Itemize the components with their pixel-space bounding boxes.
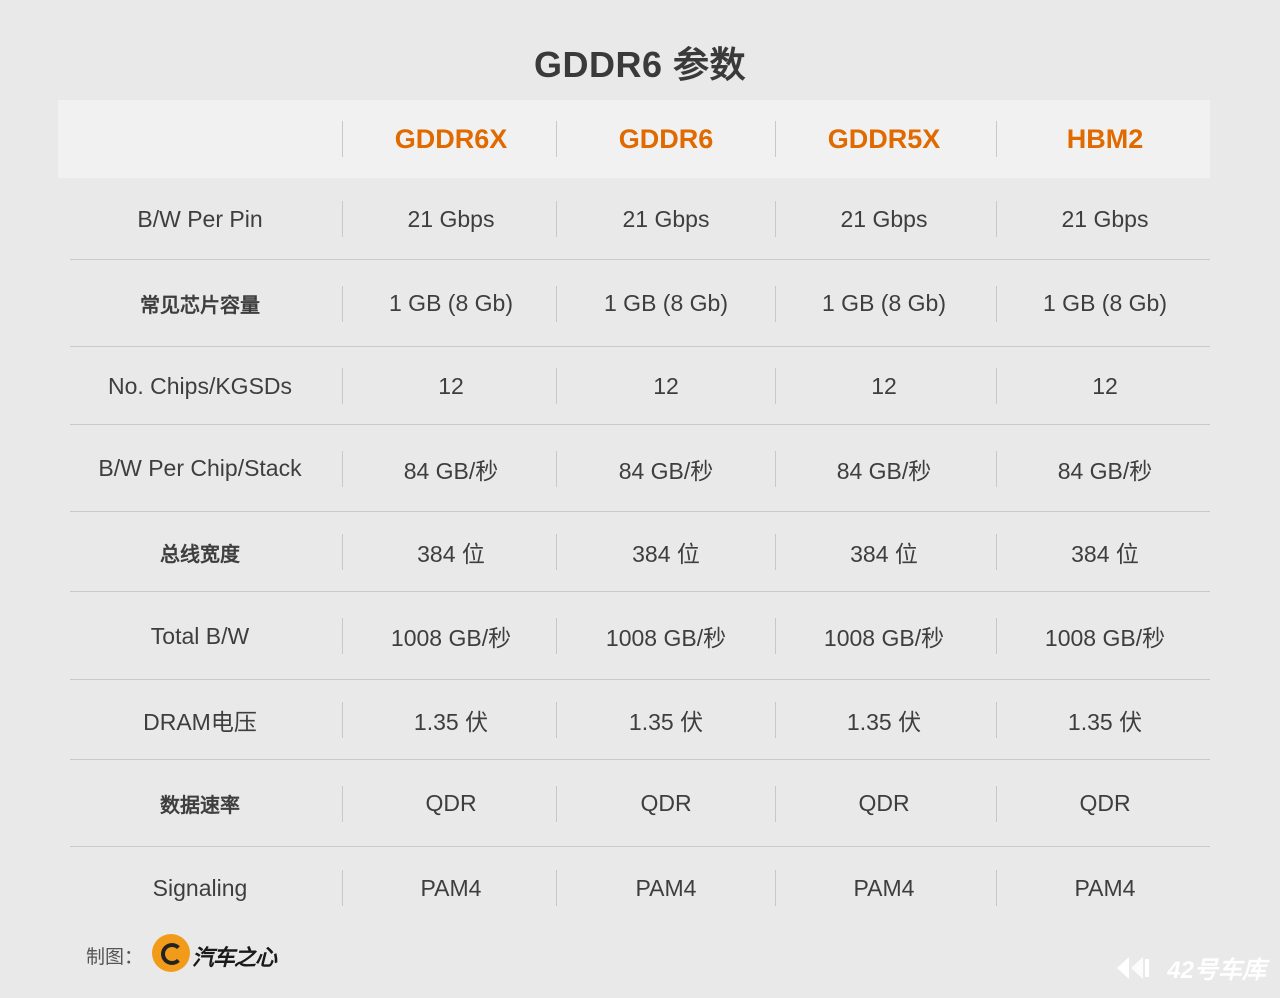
column-divider <box>342 702 343 738</box>
spec-table: GDDR6X GDDR6 GDDR5X HBM2 B/W Per Pin 21 G… <box>58 100 1210 929</box>
row-label: Total B/W <box>150 622 250 649</box>
table-cell: 384 位 <box>632 541 700 567</box>
column-divider <box>342 534 343 570</box>
table-cell: 1008 GB/秒 <box>605 625 727 651</box>
row-label: 常见芯片容量 <box>140 295 260 317</box>
column-divider <box>996 450 997 487</box>
column-divider <box>556 368 557 404</box>
table-cell: 1.35 伏 <box>628 709 704 735</box>
table-cell: 1 GB (8 Gb) <box>389 290 513 316</box>
table-row: 数据速率 QDR QDR QDR QDR <box>58 760 1210 847</box>
column-divider <box>342 450 343 487</box>
table-cell: 21 Gbps <box>622 205 710 232</box>
table-cell: QDR <box>1079 790 1131 816</box>
column-divider <box>556 201 557 237</box>
row-label: B/W Per Pin <box>137 205 263 232</box>
watermark-logo-icon <box>1115 953 1159 983</box>
column-divider <box>556 618 557 654</box>
row-label: 总线宽度 <box>160 543 240 566</box>
table-row: DRAM电压 1.35 伏 1.35 伏 1.35 伏 1.35 伏 <box>58 680 1210 760</box>
table-cell: 1 GB (8 Gb) <box>822 290 946 316</box>
table-row: Signaling PAM4 PAM4 PAM4 PAM4 <box>58 847 1210 929</box>
table-cell: 21 Gbps <box>407 205 495 232</box>
column-divider <box>996 785 997 822</box>
column-divider <box>342 368 343 404</box>
header-gddr5x: GDDR5X <box>827 123 941 154</box>
column-divider <box>556 121 557 157</box>
table-cell: 12 <box>438 372 464 399</box>
column-divider <box>342 285 343 322</box>
table-row: 常见芯片容量 1 GB (8 Gb) 1 GB (8 Gb) 1 GB (8 Gb) 1… <box>58 260 1210 347</box>
header-gddr6: GDDR6 <box>618 123 714 154</box>
row-label: DRAM电压 <box>143 709 257 735</box>
table-cell: QDR <box>425 790 477 816</box>
column-divider <box>342 201 343 237</box>
page-title: GDDR6 参数 <box>533 44 747 85</box>
column-divider <box>342 618 343 654</box>
table-cell: 384 位 <box>850 541 918 567</box>
table-cell: 384 位 <box>1071 541 1139 567</box>
column-divider <box>342 121 343 157</box>
table-cell: 21 Gbps <box>840 205 928 232</box>
table-row: No. Chips/KGSDs 12 12 12 12 <box>58 347 1210 425</box>
column-divider <box>996 870 997 906</box>
table-cell: PAM4 <box>420 874 482 901</box>
column-divider <box>342 785 343 822</box>
row-label: Signaling <box>152 874 248 901</box>
watermark: 42号车库 <box>1115 950 1266 985</box>
table-cell: 12 <box>871 372 897 399</box>
table-cell: 84 GB/秒 <box>618 457 714 484</box>
table-cell: 84 GB/秒 <box>403 457 499 484</box>
column-divider <box>996 534 997 570</box>
row-label: No. Chips/KGSDs <box>107 372 293 399</box>
table-cell: 1.35 伏 <box>413 709 489 735</box>
header-hbm2: HBM2 <box>1066 123 1144 154</box>
column-divider <box>996 618 997 654</box>
table-cell: 1008 GB/秒 <box>1044 625 1166 651</box>
footer-brand-name: 汽车之心 <box>192 945 277 970</box>
column-divider <box>556 785 557 822</box>
table-cell: 84 GB/秒 <box>836 457 932 484</box>
row-label: B/W Per Chip/Stack <box>98 455 302 481</box>
table-cell: PAM4 <box>853 874 915 901</box>
footer-credit-label: 制图： <box>86 947 144 968</box>
column-divider <box>996 368 997 404</box>
table-cell: 12 <box>1092 372 1118 399</box>
column-divider <box>996 201 997 237</box>
column-divider <box>556 285 557 322</box>
table-cell: PAM4 <box>635 874 697 901</box>
table-cell: 1 GB (8 Gb) <box>1043 290 1167 316</box>
table-cell: 384 位 <box>417 541 485 567</box>
column-divider <box>556 702 557 738</box>
table-row: B/W Per Pin 21 Gbps 21 Gbps 21 Gbps 21 Gbps <box>58 178 1210 260</box>
table-cell: 1.35 伏 <box>1067 709 1143 735</box>
table-cell: 84 GB/秒 <box>1057 457 1153 484</box>
table-cell: 1 GB (8 Gb) <box>604 290 728 316</box>
brand-logo-icon <box>152 934 190 972</box>
row-label: 数据速率 <box>160 795 240 817</box>
table-cell: 1.35 伏 <box>846 709 922 735</box>
column-divider <box>556 870 557 906</box>
column-divider <box>996 121 997 157</box>
table-cell: 21 Gbps <box>1061 205 1149 232</box>
table-cell: 1008 GB/秒 <box>823 625 945 651</box>
header-gddr6x: GDDR6X <box>394 123 508 154</box>
column-divider <box>556 534 557 570</box>
column-divider <box>342 870 343 906</box>
table-cell: 1008 GB/秒 <box>390 625 512 651</box>
table-row: B/W Per Chip/Stack 84 GB/秒 84 GB/秒 84 GB/秒 8… <box>58 425 1210 512</box>
header-empty-cell <box>58 100 342 178</box>
column-divider <box>996 702 997 738</box>
table-cell: QDR <box>858 790 910 816</box>
table-row: Total B/W 1008 GB/秒 1008 GB/秒 1008 GB/秒 1008… <box>58 592 1210 680</box>
table-cell: QDR <box>640 790 692 816</box>
watermark-text: 42号车库 <box>1167 957 1266 984</box>
table-cell: 12 <box>653 372 679 399</box>
column-divider <box>556 450 557 487</box>
table-row: 总线宽度 384 位 384 位 384 位 384 位 <box>58 512 1210 592</box>
table-cell: PAM4 <box>1074 874 1136 901</box>
table-body: B/W Per Pin 21 Gbps 21 Gbps 21 Gbps 21 Gbps 常… <box>58 178 1210 929</box>
column-divider <box>996 285 997 322</box>
table-header-row: GDDR6X GDDR6 GDDR5X HBM2 <box>58 100 1210 178</box>
